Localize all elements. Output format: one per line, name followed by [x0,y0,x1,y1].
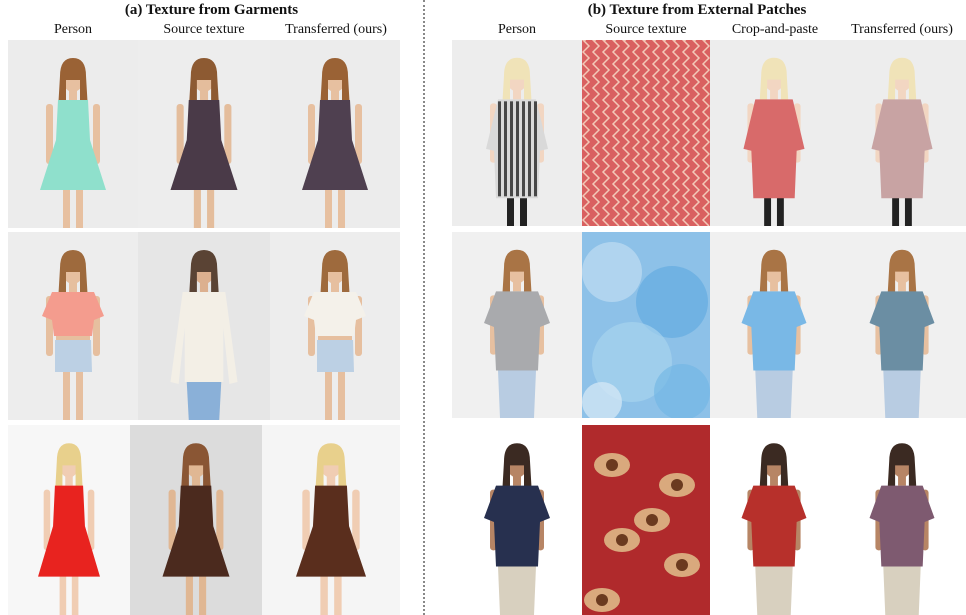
column-header-transferred-a: Transferred (ours) [285,22,387,37]
tile-b1-crop-and-paste [710,40,838,226]
tile-b3-person [452,425,582,615]
panel-a-title: (a) Texture from Garments [124,2,299,18]
tile-b3-crop-and-paste [710,425,838,615]
tile-b1-transferred [838,40,966,226]
tile-b1-source-texture [582,40,710,226]
column-header-source-texture-b: Source texture [605,22,687,37]
column-header-source-texture-a: Source texture [163,22,245,37]
column-header-transferred-b: Transferred (ours) [851,22,953,37]
tile-a1-person [8,40,138,228]
tile-a2-source-texture [138,232,270,420]
tile-a2-transferred [270,232,400,420]
column-header-person-b: Person [497,22,537,37]
tile-b1-person [452,40,582,226]
panel-divider [423,0,425,615]
tile-a3-person [8,425,130,615]
tile-a1-source-texture [138,40,270,228]
panel-b-title: (b) Texture from External Patches [587,2,807,18]
tile-b3-transferred [838,425,966,615]
tile-b2-crop-and-paste [710,232,838,418]
tile-b2-transferred [838,232,966,418]
tile-a1-transferred [270,40,400,228]
column-header-person-a: Person [53,22,93,37]
tile-a3-source-texture [130,425,262,615]
tile-b3-source-texture [582,425,710,615]
column-header-crop-and-paste: Crop-and-paste [731,22,819,37]
tile-b2-source-texture [582,232,710,418]
tile-b2-person [452,232,582,418]
tile-a3-transferred [262,425,400,615]
tile-a2-person [8,232,138,420]
